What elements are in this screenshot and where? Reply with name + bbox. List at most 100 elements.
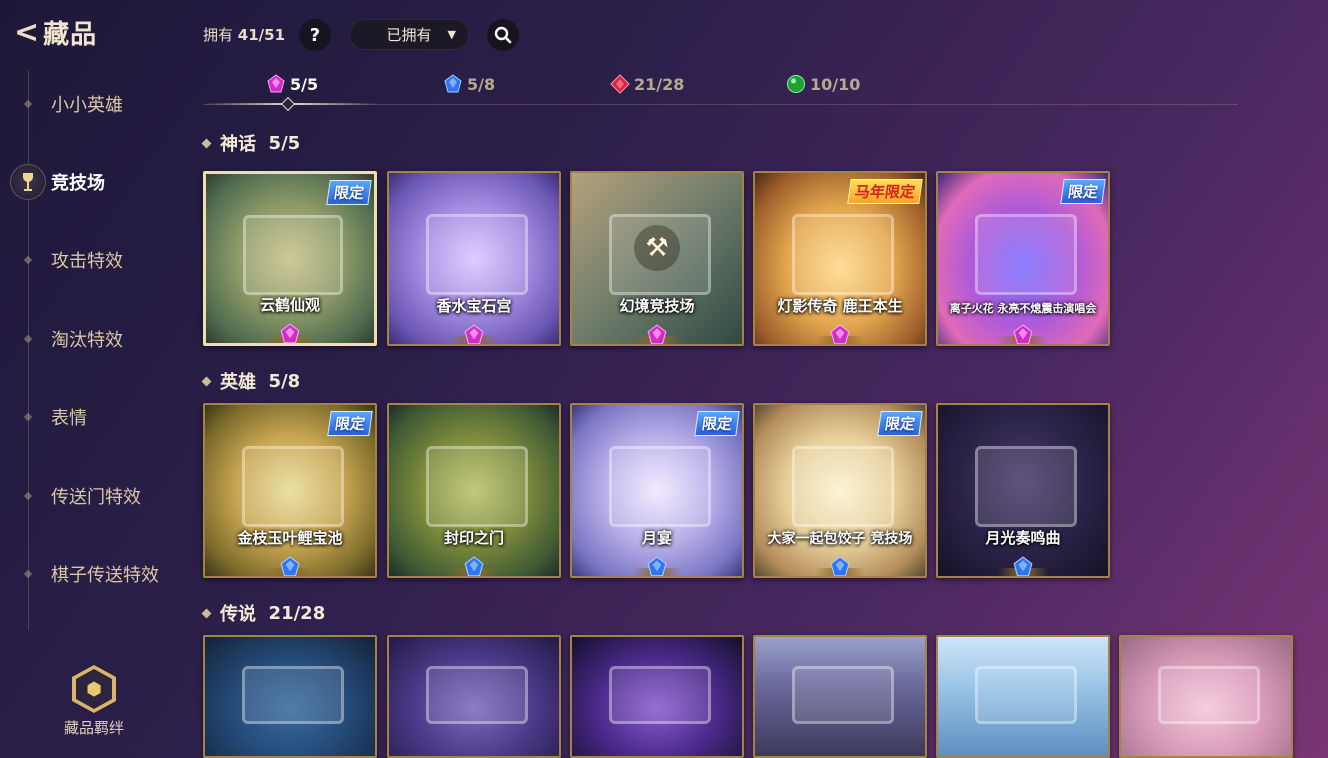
sidebar-item-label: 传送门特效 [51,487,141,508]
sidebar-divider [28,70,29,630]
arena-card[interactable]: 马年限定 灯影传奇 鹿王本生 [753,171,927,346]
diamond-bullet-icon [201,138,212,148]
blue-gem-icon [280,556,300,576]
nav-dot-icon [23,412,33,422]
tab-count: 10/10 [810,74,861,94]
sidebar-item-label: 竞技场 [51,173,105,194]
arena-name: 云鹤仙观 [259,296,320,314]
blue-gem-icon [830,556,850,576]
hexagon-frame-icon: ⬢ [72,665,116,713]
arena-name: 离子火花 永亮不熄震击演唱会 [949,302,1097,315]
section-count: 21/28 [268,602,326,624]
blue-gem-icon [444,74,462,93]
nav-dot-icon [23,491,33,501]
arena-name: 月宴 [641,529,672,547]
arena-card[interactable] [936,635,1110,758]
honeycomb-icon: ⬢ [76,669,112,709]
arena-card[interactable]: 限定 大家一起包饺子 竞技场 [753,403,927,578]
arena-name: 大家一起包饺子 竞技场 [767,531,913,547]
limited-badge: 限定 [694,411,740,436]
nav-dot-icon [23,569,33,579]
owned-count: 41/51 [237,26,286,44]
tab-count: 21/28 [634,74,685,94]
arena-card[interactable] [203,635,377,758]
tab-count: 5/5 [290,74,319,94]
pink-gem-icon [464,324,484,344]
arena-name: 月光奏鸣曲 [985,529,1061,547]
section-count: 5/8 [268,370,301,392]
section-name: 英雄 [220,372,256,393]
arena-preview-image [389,637,559,756]
arena-card[interactable]: 限定 月宴 [570,403,744,578]
arena-preview-image [1121,637,1291,756]
arena-card[interactable] [1119,635,1293,758]
owned-label: 拥有 [203,26,234,44]
arena-card[interactable] [753,635,927,758]
ownership-filter-select[interactable]: 已拥有 ▼ [349,19,469,50]
arena-preview-image [572,637,742,756]
collection-bond-label: 藏品羁绊 [63,719,124,737]
arena-card[interactable] [387,635,561,758]
tools-customize-icon: ⚒ [634,225,680,272]
filter-value: 已拥有 [386,26,432,44]
tab-mythic[interactable]: 5/5 [266,72,318,96]
arena-card[interactable]: 限定 云鹤仙观 [203,171,377,346]
blue-gem-icon [1013,556,1033,576]
section-title-mythic: 神话 5/5 [201,130,301,156]
limited-badge: 限定 [326,180,372,205]
section-count: 5/5 [268,132,301,154]
arena-trophy-icon [10,164,46,200]
sidebar-item-label: 小小英雄 [51,95,123,116]
arena-card[interactable]: 限定 离子火花 永亮不熄震击演唱会 [936,171,1110,346]
arena-card[interactable]: 限定 金枝玉叶鲤宝池 [203,403,377,578]
arena-name: 金枝玉叶鲤宝池 [237,529,343,547]
page-title: 藏品 [43,20,98,50]
arena-card[interactable]: ⚒ 幻境竞技场 [570,171,744,346]
arena-name: 幻境竞技场 [619,297,695,315]
nav-dot-icon [23,334,33,344]
search-button[interactable] [487,19,519,51]
pink-gem-icon [1013,324,1033,344]
green-orb-icon [787,75,805,93]
arena-preview-image [205,637,375,756]
section-title-legend: 传说 21/28 [201,600,326,626]
diamond-bullet-icon [201,376,212,386]
arena-card[interactable] [570,635,744,758]
nav-dot-icon [23,255,33,265]
arena-card[interactable]: 月光奏鸣曲 [936,403,1110,578]
tab-hero[interactable]: 5/8 [443,72,495,96]
pink-gem-icon [647,324,667,344]
section-name: 神话 [220,134,256,155]
arena-preview-image [755,637,925,756]
sidebar-item-label: 表情 [51,408,87,429]
arena-card[interactable]: 香水宝石宫 [387,171,561,346]
arena-card[interactable]: 封印之门 [387,403,561,578]
nav-dot-icon [23,99,33,109]
search-icon [494,26,512,44]
limited-badge: 限定 [327,411,373,436]
collection-bond-button[interactable]: ⬢ 藏品羁绊 [56,665,132,738]
help-button[interactable]: ? [299,19,331,51]
horse-year-limited-badge: 马年限定 [847,179,923,204]
arena-preview-image [389,173,559,344]
diamond-bullet-icon [201,608,212,618]
red-gem-icon [610,74,630,94]
back-chevron-icon: < [14,14,40,50]
arena-name: 香水宝石宫 [436,297,512,315]
tab-rare[interactable]: 10/10 [786,72,860,96]
arena-name: 灯影传奇 鹿王本生 [777,297,903,315]
limited-badge: 限定 [877,411,923,436]
arena-preview-image [938,405,1108,576]
owned-counter: 拥有 41/51 [203,24,285,45]
chevron-down-icon: ▼ [447,28,456,41]
limited-badge: 限定 [1060,179,1106,204]
arena-preview-image [938,637,1108,756]
sidebar-item-label: 棋子传送特效 [51,565,159,586]
tab-legend[interactable]: 21/28 [610,72,684,96]
sidebar-item-label: 攻击特效 [51,251,123,272]
sidebar-item-label: 淘汰特效 [51,330,123,351]
tab-active-diamond-icon [280,96,296,112]
back-button[interactable]: < 藏品 [14,14,97,51]
arena-name: 封印之门 [443,529,504,547]
pink-gem-icon [267,74,285,93]
